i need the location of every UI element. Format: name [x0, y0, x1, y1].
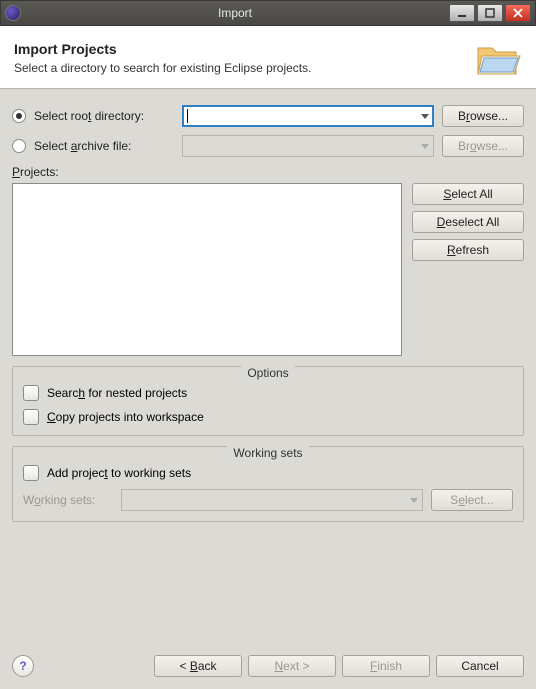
- minimize-button[interactable]: [449, 4, 475, 22]
- add-to-working-sets-label: Add project to working sets: [47, 466, 191, 480]
- page-subtitle: Select a directory to search for existin…: [14, 61, 466, 75]
- projects-label: Projects:: [12, 165, 524, 179]
- working-sets-combo: [121, 489, 423, 511]
- root-directory-combo[interactable]: [182, 105, 434, 127]
- chevron-down-icon: [421, 144, 429, 149]
- minimize-icon: [457, 8, 467, 18]
- help-button[interactable]: ?: [12, 655, 34, 677]
- maximize-button[interactable]: [477, 4, 503, 22]
- wizard-footer: ? < Back Next > Finish Cancel: [0, 645, 536, 689]
- finish-button: Finish: [342, 655, 430, 677]
- root-directory-radio[interactable]: [12, 109, 26, 123]
- archive-file-combo: [182, 135, 434, 157]
- projects-list[interactable]: [12, 183, 402, 356]
- folder-open-icon: [474, 40, 522, 80]
- working-sets-label: Working sets:: [23, 493, 113, 507]
- wizard-header: Import Projects Select a directory to se…: [0, 26, 536, 89]
- search-nested-checkbox[interactable]: [23, 385, 39, 401]
- close-icon: [513, 8, 523, 18]
- select-all-button[interactable]: Select All: [412, 183, 524, 205]
- archive-file-label: Select archive file:: [34, 139, 174, 153]
- copy-workspace-checkbox[interactable]: [23, 409, 39, 425]
- cancel-button[interactable]: Cancel: [436, 655, 524, 677]
- app-icon: [5, 5, 21, 21]
- root-directory-label: Select root directory:: [34, 109, 174, 123]
- deselect-all-button[interactable]: Deselect All: [412, 211, 524, 233]
- window-controls: [449, 4, 531, 22]
- refresh-button[interactable]: Refresh: [412, 239, 524, 261]
- next-button: Next >: [248, 655, 336, 677]
- chevron-down-icon: [410, 498, 418, 503]
- page-title: Import Projects: [14, 41, 466, 57]
- working-sets-group: Working sets Add project to working sets…: [12, 446, 524, 522]
- working-sets-select-button: Select...: [431, 489, 513, 511]
- copy-workspace-label: Copy projects into workspace: [47, 410, 204, 424]
- titlebar: Import: [0, 0, 536, 26]
- window-title: Import: [21, 6, 449, 20]
- back-button[interactable]: < Back: [154, 655, 242, 677]
- close-button[interactable]: [505, 4, 531, 22]
- browse-archive-button: Browse...: [442, 135, 524, 157]
- browse-root-button[interactable]: Browse...: [442, 105, 524, 127]
- archive-file-radio[interactable]: [12, 139, 26, 153]
- options-legend: Options: [241, 366, 294, 380]
- maximize-icon: [485, 8, 495, 18]
- chevron-down-icon: [421, 114, 429, 119]
- options-group: Options Search for nested projects Copy …: [12, 366, 524, 436]
- working-sets-legend: Working sets: [227, 446, 308, 460]
- search-nested-label: Search for nested projects: [47, 386, 187, 400]
- add-to-working-sets-checkbox[interactable]: [23, 465, 39, 481]
